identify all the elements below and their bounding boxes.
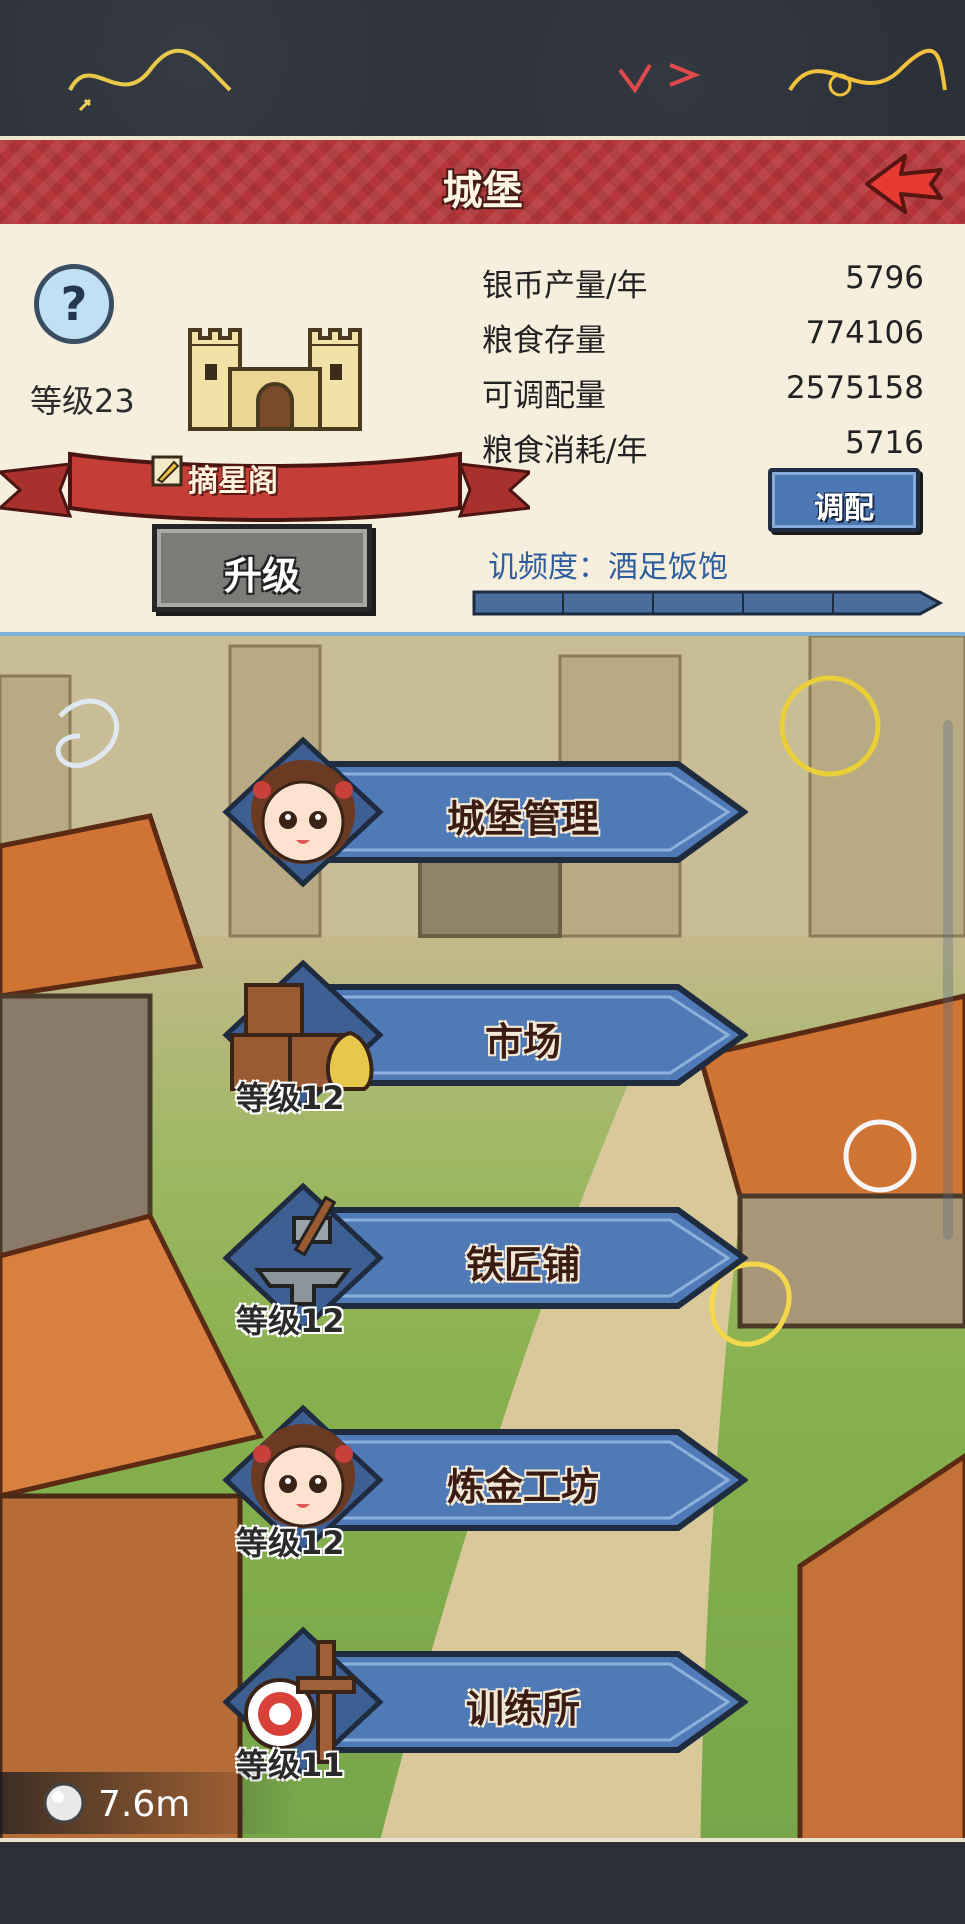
stat-value: 5796	[845, 260, 924, 296]
castle-info-panel: ? 等级23 摘星阁 升级 银币产量/年 5796 粮食存量 774106 可调…	[0, 224, 965, 637]
swirl-doodle	[788, 48, 947, 97]
silver-coin-icon	[43, 1782, 85, 1824]
menu-label: 市场	[484, 1020, 561, 1064]
upgrade-button[interactable]: 升级	[152, 524, 372, 612]
stat-row-silver: 银币产量/年 5796	[482, 254, 924, 309]
stat-value: 5716	[845, 425, 924, 461]
back-button[interactable]	[857, 146, 947, 220]
heart-doodle	[618, 63, 701, 94]
pencil-icon	[151, 455, 183, 487]
stat-label: 银币产量/年	[482, 268, 648, 304]
resource-stats: 银币产量/年 5796 粮食存量 774106 可调配量 2575158 粮食消…	[482, 254, 924, 474]
stat-row-food-stock: 粮食存量 774106	[482, 309, 924, 364]
page-title: 城堡	[442, 168, 523, 214]
menu-label: 铁匠铺	[465, 1243, 580, 1287]
question-icon: ?	[60, 277, 88, 331]
stat-row-food-consumption: 粮食消耗/年 5716	[482, 419, 924, 474]
help-button[interactable]: ?	[34, 264, 114, 344]
building-name: 摘星阁	[188, 464, 278, 499]
castle-level: 等级23	[30, 382, 135, 420]
back-arrow-icon	[865, 154, 943, 214]
menu-alchemy-workshop[interactable]: 炼金工坊 等级12	[218, 1400, 748, 1562]
menu-label: 训练所	[465, 1687, 580, 1731]
scribble-doodle	[68, 48, 232, 112]
allocate-label: 调配	[814, 491, 874, 526]
menu-label: 炼金工坊	[446, 1465, 599, 1509]
menu-blacksmith[interactable]: 铁匠铺 等级12	[218, 1178, 748, 1340]
menu-label: 城堡管理	[446, 797, 599, 841]
menu-castle-management[interactable]: 城堡管理	[218, 732, 748, 888]
allocate-button[interactable]: 调配	[768, 468, 920, 532]
menu-level: 等级12	[236, 1302, 345, 1340]
stat-label: 粮食存量	[482, 323, 606, 359]
menu-level: 等级12	[236, 1079, 345, 1117]
stat-row-allocatable: 可调配量 2575158	[482, 364, 924, 419]
title-bar: 城堡	[0, 136, 965, 228]
satiety-status: 讥频度：酒足饭饱	[488, 550, 728, 585]
scrollbar[interactable]	[943, 720, 953, 1240]
stat-label: 粮食消耗/年	[482, 433, 648, 469]
chalkboard-bottom	[0, 1838, 965, 1924]
stat-value: 774106	[805, 315, 924, 351]
silver-amount: 7.6m	[98, 1784, 191, 1825]
satiety-bar	[472, 590, 944, 616]
castle-icon	[188, 328, 362, 431]
menu-training-ground[interactable]: 训练所 等级11	[218, 1622, 748, 1784]
stat-value: 2575158	[785, 370, 924, 406]
upgrade-label: 升级	[223, 554, 300, 598]
menu-market[interactable]: 市场 等级12	[218, 955, 748, 1117]
menu-level: 等级12	[236, 1524, 345, 1562]
chalkboard-top	[0, 0, 965, 140]
stat-label: 可调配量	[482, 378, 606, 414]
